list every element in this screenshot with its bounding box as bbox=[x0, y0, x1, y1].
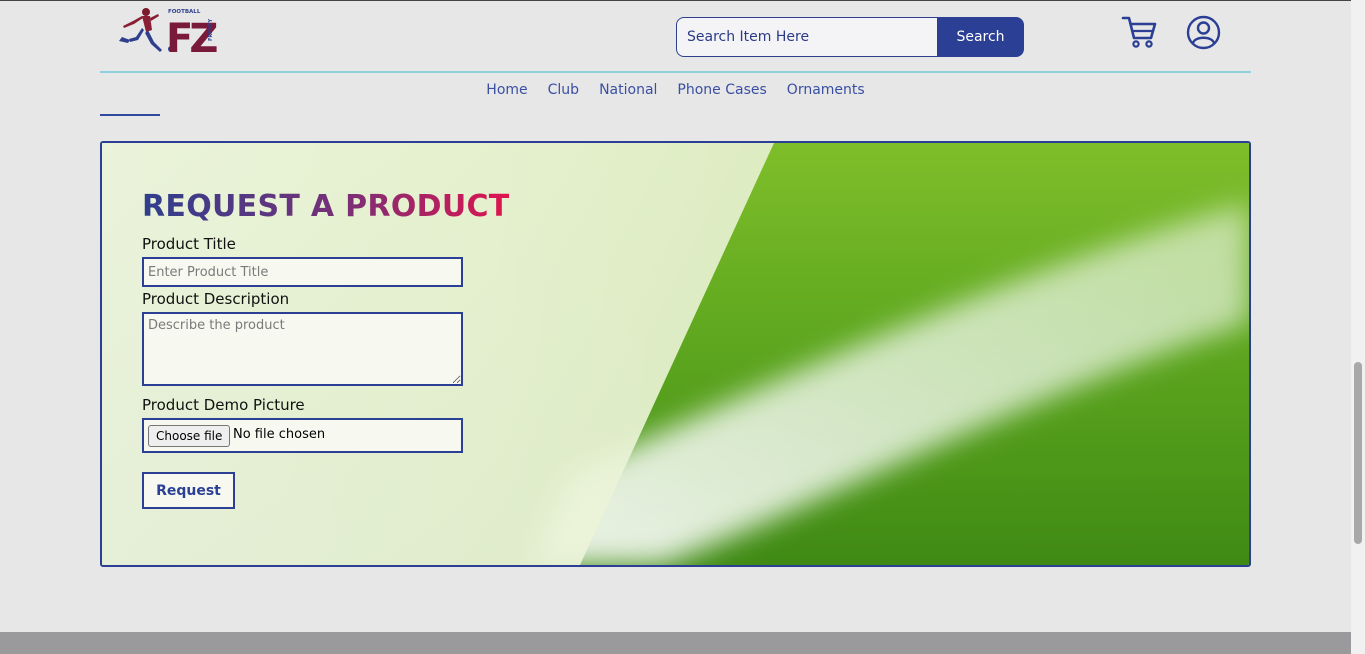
logo-text-frenzy: FRENZY bbox=[208, 19, 214, 41]
product-description-label: Product Description bbox=[142, 290, 290, 308]
file-upload-field: Choose file No file chosen bbox=[142, 418, 463, 453]
page-scrollbar[interactable] bbox=[1351, 0, 1365, 654]
product-picture-label: Product Demo Picture bbox=[142, 396, 305, 414]
nav-item-national[interactable]: National bbox=[599, 80, 657, 100]
request-button[interactable]: Request bbox=[142, 472, 235, 509]
section-underline bbox=[100, 114, 160, 116]
page-title: REQUEST A PRODUCT bbox=[142, 189, 510, 224]
footer-bar bbox=[0, 632, 1351, 654]
main-nav: Home Club National Phone Cases Ornaments bbox=[0, 80, 1351, 100]
search-button[interactable]: Search bbox=[937, 17, 1024, 57]
header-divider bbox=[100, 71, 1251, 73]
product-description-input[interactable] bbox=[142, 312, 463, 386]
nav-item-phone-cases[interactable]: Phone Cases bbox=[677, 80, 766, 100]
scrollbar-thumb[interactable] bbox=[1354, 362, 1362, 544]
product-title-input[interactable] bbox=[142, 257, 463, 287]
nav-item-home[interactable]: Home bbox=[486, 80, 527, 100]
file-status-text: No file chosen bbox=[233, 427, 326, 442]
user-account-icon[interactable] bbox=[1186, 15, 1221, 50]
search-bar: Search bbox=[676, 17, 1024, 57]
top-border bbox=[0, 0, 1351, 1]
request-product-card: REQUEST A PRODUCT Product Title Product … bbox=[100, 141, 1251, 567]
football-frenzy-logo[interactable]: FOOTBALL FZ FRENZY bbox=[116, 6, 218, 56]
search-input[interactable] bbox=[676, 17, 938, 57]
logo-text-football: FOOTBALL bbox=[168, 9, 201, 15]
choose-file-button[interactable]: Choose file bbox=[148, 425, 231, 447]
cart-icon[interactable] bbox=[1121, 14, 1157, 50]
page: FOOTBALL FZ FRENZY Search Home Club Nati… bbox=[0, 0, 1351, 654]
nav-item-ornaments[interactable]: Ornaments bbox=[787, 80, 865, 100]
nav-item-club[interactable]: Club bbox=[548, 80, 579, 100]
product-title-label: Product Title bbox=[142, 235, 236, 253]
